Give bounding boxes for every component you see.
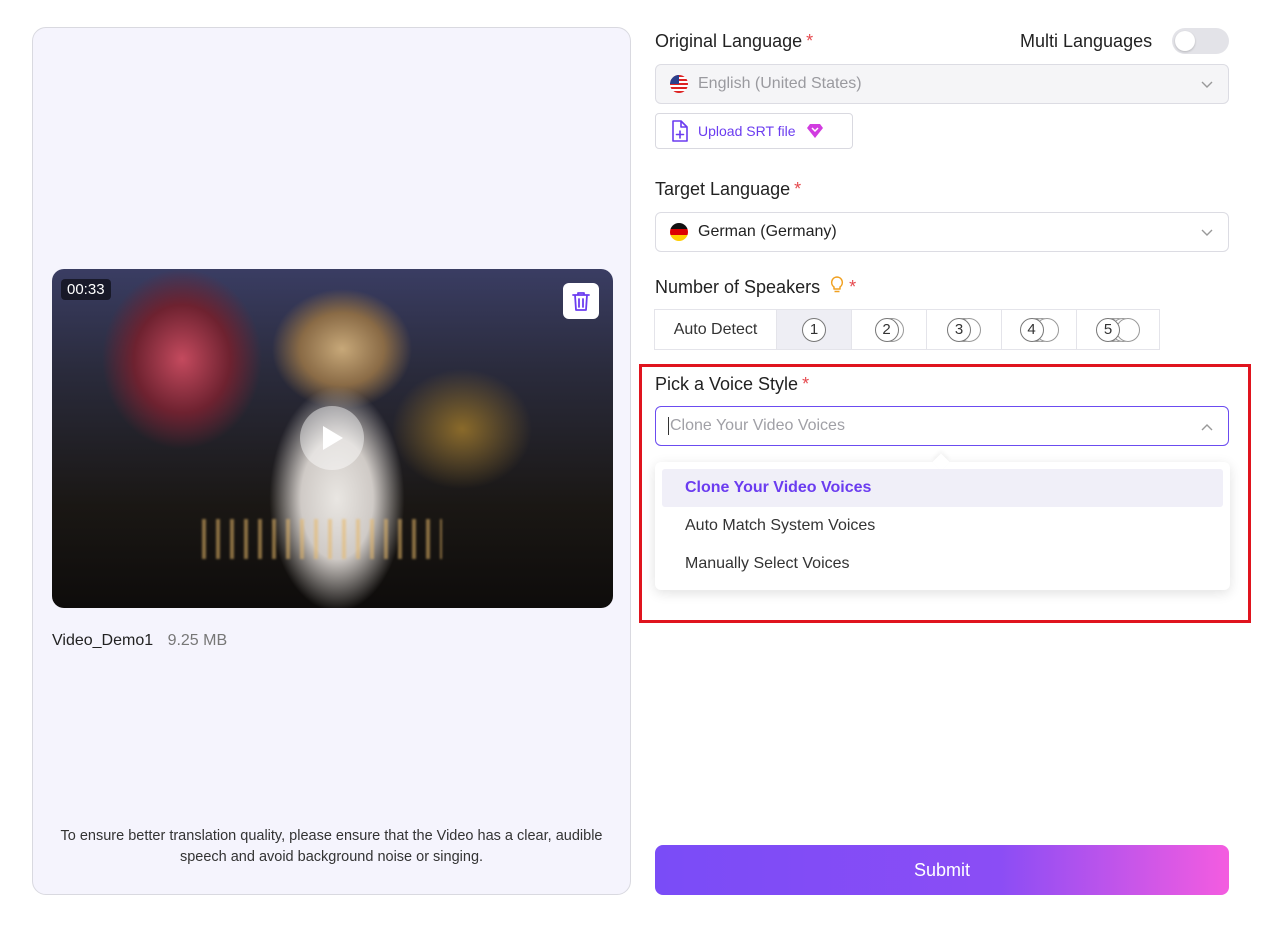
upload-preview-panel: 00:33 Video_Demo1 9.25 MB To ensure bett… (32, 27, 631, 895)
voice-style-dropdown: Clone Your Video Voices Auto Match Syste… (655, 453, 1230, 590)
voice-style-select[interactable]: Clone Your Video Voices (655, 406, 1229, 446)
text-caret (668, 417, 669, 435)
toggle-knob (1175, 31, 1195, 51)
voice-option-auto-match[interactable]: Auto Match System Voices (662, 507, 1223, 545)
original-language-label: Original Language * (655, 31, 814, 51)
target-language-label: Target Language * (655, 179, 802, 199)
chevron-up-icon (1201, 424, 1213, 431)
premium-gem-icon (806, 124, 823, 138)
stage-lights (202, 519, 442, 559)
submit-button[interactable]: Submit (655, 845, 1229, 895)
voice-option-clone[interactable]: Clone Your Video Voices (662, 469, 1223, 507)
voice-style-label: Pick a Voice Style * (655, 374, 810, 394)
multi-languages-label: Multi Languages (1020, 31, 1153, 51)
file-info: Video_Demo1 9.25 MB (52, 632, 227, 650)
chevron-down-icon (1201, 229, 1213, 236)
speaker-option-1[interactable]: 1 (776, 309, 852, 350)
original-language-value: English (United States) (698, 75, 862, 92)
speaker-option-2[interactable]: 2 (851, 309, 927, 350)
upload-srt-label: Upload SRT file (698, 123, 796, 139)
video-preview[interactable]: 00:33 (52, 269, 613, 608)
voice-style-placeholder: Clone Your Video Voices (670, 417, 845, 434)
file-size: 9.25 MB (167, 632, 228, 649)
play-button[interactable] (300, 406, 364, 470)
speaker-option-5[interactable]: 5 (1076, 309, 1160, 350)
file-add-icon (672, 120, 688, 142)
delete-video-button[interactable] (563, 283, 599, 319)
file-name: Video_Demo1 (52, 632, 154, 649)
target-language-value: German (Germany) (698, 223, 837, 240)
lightbulb-icon (831, 276, 844, 293)
video-duration: 00:33 (61, 279, 111, 300)
target-language-select[interactable]: German (Germany) (655, 212, 1229, 252)
us-flag-icon (670, 75, 688, 93)
speakers-label: Number of Speakers * (655, 276, 857, 297)
de-flag-icon (670, 223, 688, 241)
speaker-option-3[interactable]: 3 (926, 309, 1002, 350)
original-language-select[interactable]: English (United States) (655, 64, 1229, 104)
chevron-down-icon (1201, 81, 1213, 88)
play-icon (323, 426, 343, 450)
upload-srt-button[interactable]: Upload SRT file (655, 113, 853, 149)
speaker-count-selector: Auto Detect 1 2 3 4 5 (654, 309, 1160, 350)
quality-hint: To ensure better translation quality, pl… (60, 828, 603, 865)
multi-languages-toggle[interactable] (1172, 28, 1229, 54)
trash-icon (572, 292, 590, 311)
speaker-option-4[interactable]: 4 (1001, 309, 1077, 350)
speaker-option-auto[interactable]: Auto Detect (654, 309, 777, 350)
voice-option-manual[interactable]: Manually Select Voices (662, 545, 1223, 583)
